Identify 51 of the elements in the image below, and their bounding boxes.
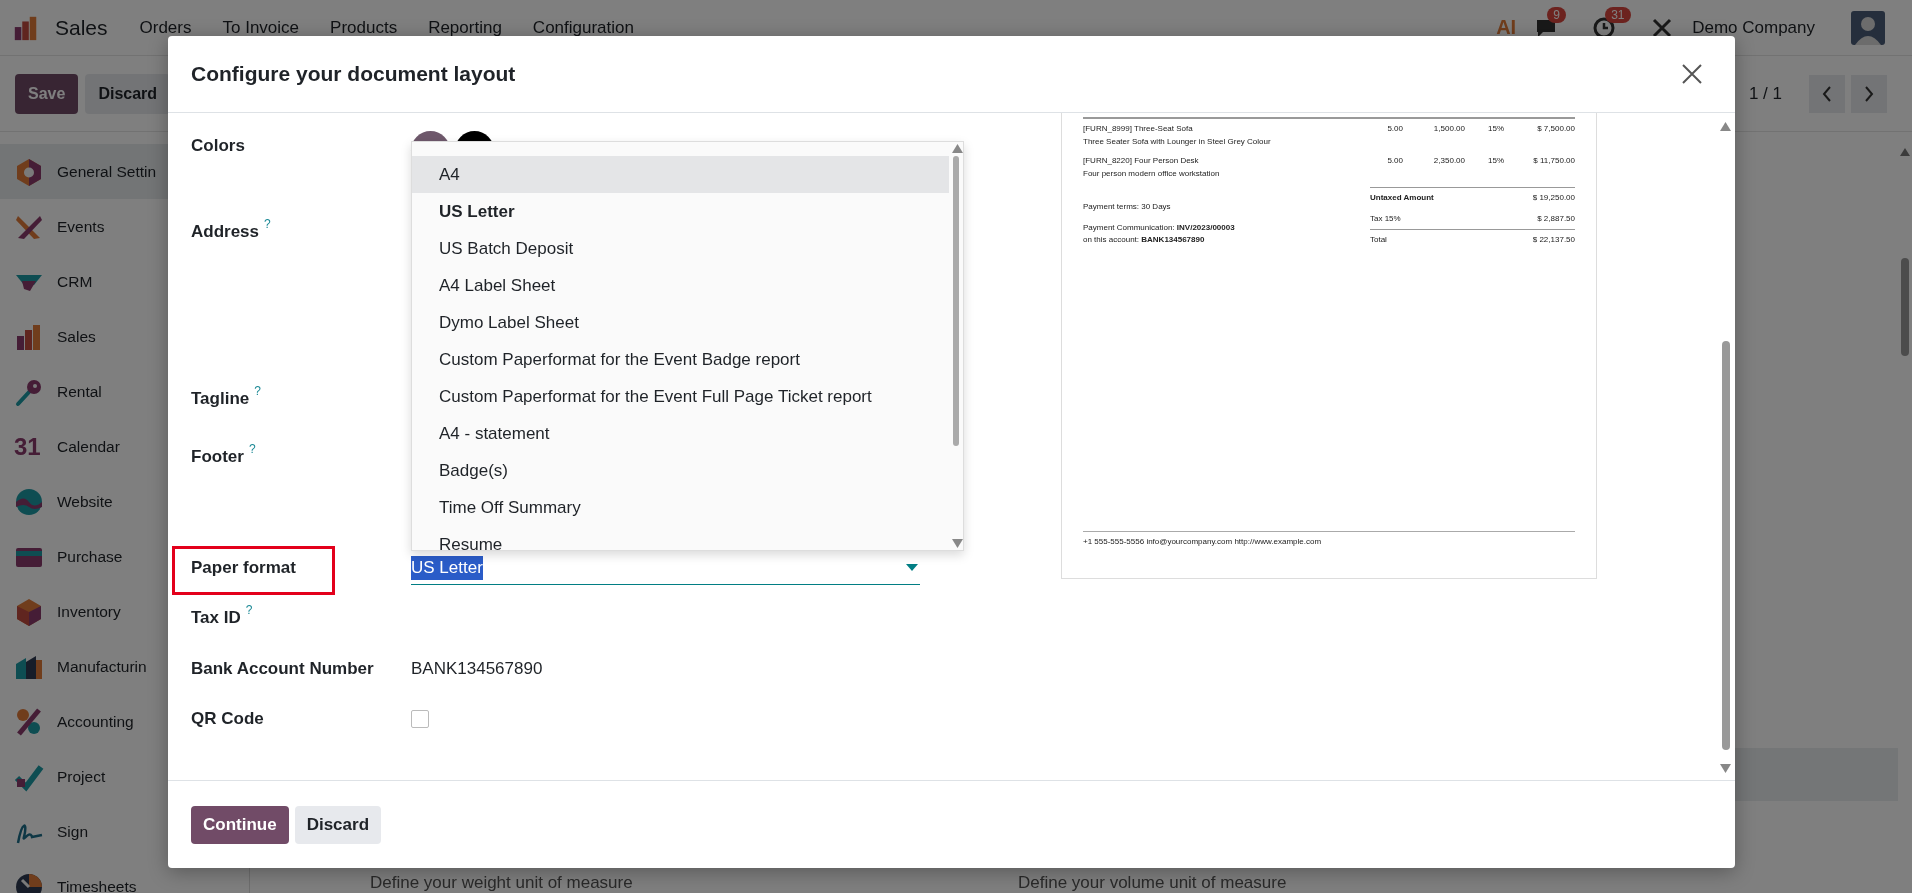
sidebar-label: Calendar [57, 437, 120, 456]
unit-price: 2,350.00 [1432, 155, 1465, 167]
field-label: Tax ID [191, 607, 241, 629]
setting-description: Define your volume unit of measure [1018, 873, 1288, 893]
sidebar-label: Events [57, 217, 105, 236]
tax-rate: 15% [1487, 123, 1504, 135]
total-value: $ 19,250.00 [1532, 192, 1575, 204]
pager: 1 / 1 [1748, 83, 1782, 104]
tax-rate: 15% [1487, 155, 1504, 167]
total-value: $ 2,887.50 [1537, 212, 1575, 225]
line-amount: $ 11,750.00 [1532, 155, 1575, 167]
field-label: QR Code [191, 708, 264, 730]
notification-badge: 9 [1547, 6, 1566, 23]
quantity: 5.00 [1386, 123, 1403, 135]
product-description: Four person modern office workstation [1083, 167, 1221, 180]
total-label: Total [1370, 234, 1387, 246]
product-name: [FURN_8220] Four Person Desk [1083, 155, 1200, 167]
field-label: Paper format [191, 557, 296, 579]
total-label: Untaxed Amount [1370, 192, 1434, 204]
sidebar-label: Accounting [57, 712, 134, 731]
field-label: Bank Account Number [191, 658, 374, 680]
calendar-icon: 31 [14, 432, 44, 461]
payment-communication: Payment Communication: INV/2023/00003 [1083, 221, 1236, 234]
sidebar-label: Rental [57, 382, 102, 401]
line-amount: $ 7,500.00 [1536, 123, 1575, 135]
sidebar-label: Manufacturin [57, 657, 147, 676]
sidebar-label: Sales [57, 327, 96, 346]
field-label: Address [191, 221, 260, 243]
notification-badge: 31 [1605, 6, 1631, 23]
sidebar-label: Project [57, 767, 106, 786]
unit-price: 1,500.00 [1432, 123, 1465, 135]
document-footer: +1 555-555-5556 info@yourcompany.com http://www.example.com [1083, 536, 1322, 546]
bank-account-line: on this account: BANK134567890 [1083, 234, 1206, 246]
dialog-title: Configure your document layout [191, 62, 516, 86]
sidebar-label: Sign [57, 822, 89, 841]
sidebar-label: Inventory [57, 602, 121, 621]
quantity: 5.00 [1386, 155, 1403, 167]
total-label: Tax 15% [1370, 212, 1401, 225]
sidebar-label: Purchase [57, 547, 123, 566]
setting-description: Define your weight unit of measure [370, 873, 634, 893]
product-name: [FURN_8999] Three-Seat Sofa [1083, 123, 1194, 135]
sidebar-label: Website [57, 492, 113, 511]
field-label: Footer [191, 446, 244, 468]
sidebar-label: General Settin [57, 162, 157, 181]
sidebar-label: CRM [57, 272, 93, 291]
product-description: Three Seater Sofa with Lounger in Steel Grey Colour [1083, 135, 1272, 148]
total-value: $ 22,137.50 [1532, 234, 1575, 246]
payment-terms: Payment terms: 30 Days [1083, 201, 1172, 213]
sidebar-label: Timesheets [57, 877, 137, 893]
field-value: BANK134567890 [411, 658, 544, 680]
field-label: Tagline [191, 388, 250, 410]
